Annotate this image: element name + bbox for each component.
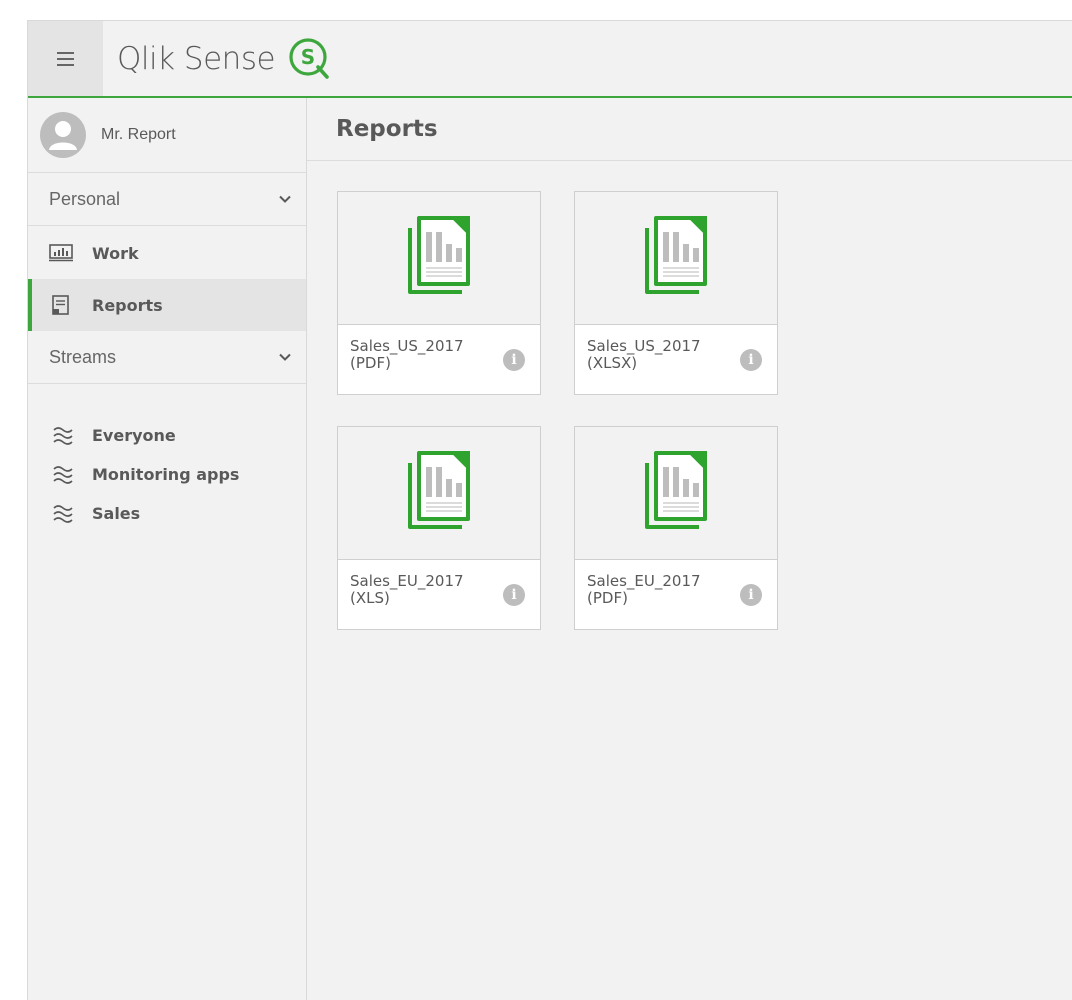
qlik-sense-app: Qlik Sense S Mr. Report Personal Work Re… [27,20,1072,1000]
sidebar-item-work[interactable]: Work [28,227,306,279]
stream-waves-icon [53,427,73,445]
qlik-sense-logo-icon: S [289,38,329,79]
report-card[interactable]: Sales_US_2017 (XLSX) i [574,191,778,395]
card-name: Sales_US_2017 [350,337,464,355]
sidebar-item-reports-label: Reports [92,295,163,315]
card-title: Sales_US_2017 (PDF) [350,338,490,372]
user-name: Mr. Report [101,126,176,143]
report-file-icon [645,216,707,294]
card-title: Sales_EU_2017 (XLS) [350,573,490,607]
card-thumbnail [575,427,777,560]
card-format: (PDF) [587,589,628,607]
report-file-icon [645,451,707,529]
card-format: (XLS) [350,589,390,607]
card-thumbnail [338,192,540,325]
section-streams-label: Streams [49,346,117,367]
card-format: (PDF) [350,354,391,372]
hamburger-icon [57,52,74,66]
info-icon[interactable]: i [740,584,762,606]
card-title: Sales_US_2017 (XLSX) [587,338,727,372]
sidebar-item-work-label: Work [92,243,139,263]
sidebar-item-reports[interactable]: Reports [28,279,306,331]
info-icon[interactable]: i [740,349,762,371]
work-chart-icon [49,243,73,263]
section-personal-label: Personal [49,188,121,209]
section-personal[interactable]: Personal [28,173,306,226]
stream-waves-icon [53,466,73,484]
brand: Qlik Sense S [117,38,333,80]
card-name: Sales_EU_2017 [587,572,701,590]
chevron-down-icon [279,353,291,361]
stream-waves-icon [53,505,73,523]
stream-item-everyone[interactable]: Everyone [28,416,306,454]
hamburger-menu-button[interactable] [28,21,103,96]
card-title: Sales_EU_2017 (PDF) [587,573,727,607]
user-row[interactable]: Mr. Report [28,98,306,173]
user-avatar-icon [40,112,86,158]
brand-logo-letter: S [301,45,315,69]
stream-item-sales[interactable]: Sales [28,494,306,532]
brand-name: Qlik Sense [117,41,276,77]
top-bar: Qlik Sense S [28,21,1072,98]
report-file-icon [408,451,470,529]
card-thumbnail [575,192,777,325]
stream-item-label: Everyone [92,425,176,445]
page-title: Reports [307,98,1072,161]
chevron-down-icon [279,195,291,203]
report-card[interactable]: Sales_EU_2017 (XLS) i [337,426,541,630]
sidebar: Mr. Report Personal Work Reports Streams… [28,98,307,1000]
info-icon[interactable]: i [503,584,525,606]
info-icon[interactable]: i [503,349,525,371]
card-thumbnail [338,427,540,560]
stream-item-monitoring-apps[interactable]: Monitoring apps [28,455,306,493]
stream-item-label: Sales [92,503,141,523]
card-name: Sales_US_2017 [587,337,701,355]
report-doc-icon [49,295,73,315]
main-content: Reports Sales_US_2017 (PDF) i Sales_US_2… [307,98,1072,1000]
report-card[interactable]: Sales_US_2017 (PDF) i [337,191,541,395]
report-card[interactable]: Sales_EU_2017 (PDF) i [574,426,778,630]
section-streams[interactable]: Streams [28,331,306,384]
card-format: (XLSX) [587,354,638,372]
card-name: Sales_EU_2017 [350,572,464,590]
report-file-icon [408,216,470,294]
stream-item-label: Monitoring apps [92,464,240,484]
